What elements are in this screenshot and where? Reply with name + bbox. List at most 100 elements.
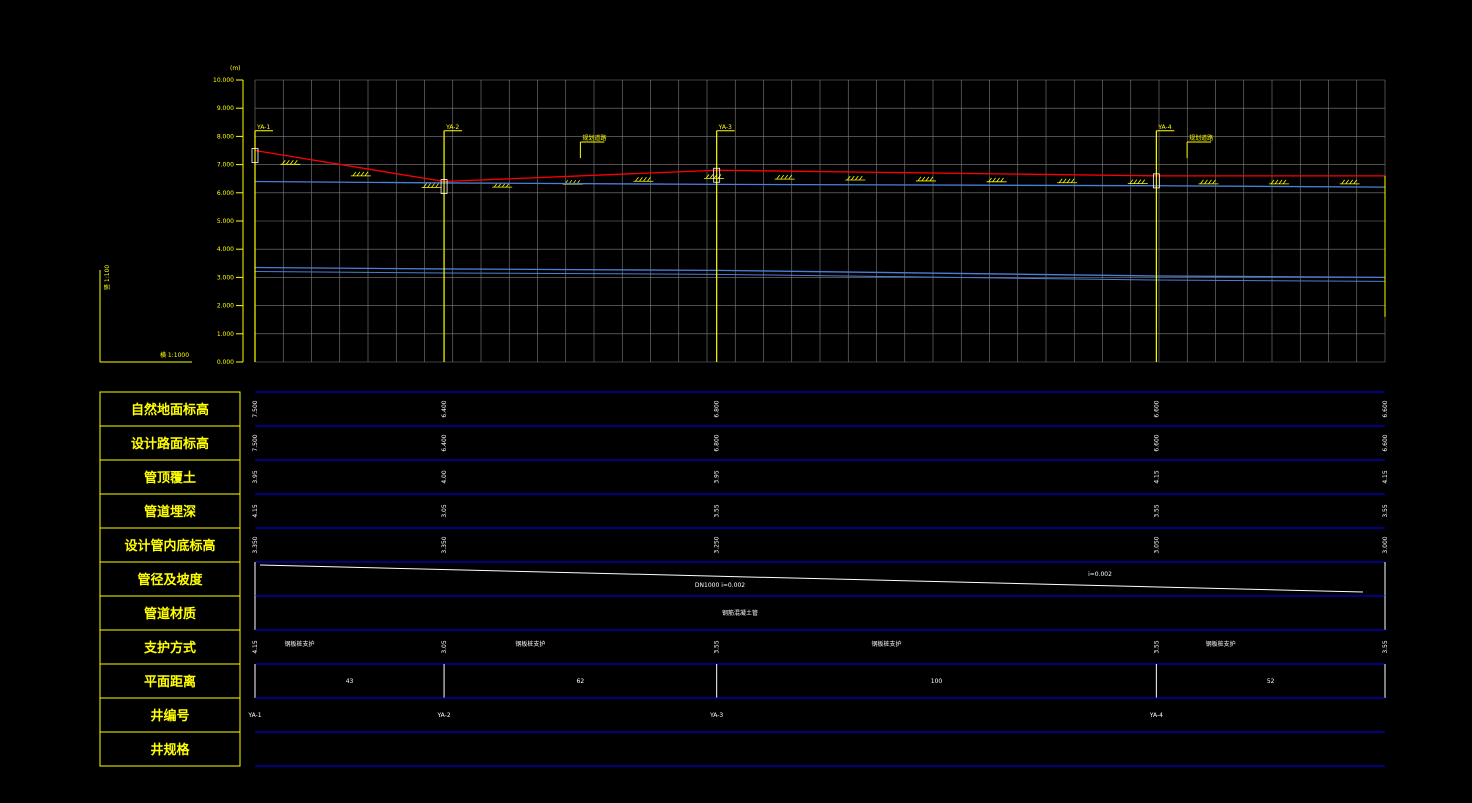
hatch-stroke xyxy=(289,160,294,165)
row-value: 3.350 xyxy=(441,536,448,553)
row-value: 4.15 xyxy=(1153,470,1160,484)
axis-tick-label: 2.000 xyxy=(217,303,234,310)
axis-unit-label: (m) xyxy=(230,65,241,72)
hatch-stroke xyxy=(639,177,643,182)
row-value: 6.800 xyxy=(714,434,721,451)
pipe-slope: i=0.002 xyxy=(1088,571,1112,578)
row-value: 4.15 xyxy=(1382,470,1389,484)
hatch-stroke xyxy=(1137,179,1142,184)
row-value: 6.600 xyxy=(1382,434,1389,451)
row-value: 6.800 xyxy=(714,400,721,417)
well-label: YA-4 xyxy=(1157,124,1171,131)
manhole-markers: YA-1 YA-2 YA-3 YA-4 xyxy=(251,124,1386,362)
hatch-stroke xyxy=(293,160,298,165)
hatch-stroke xyxy=(352,171,357,177)
hatch-stroke xyxy=(1353,179,1358,185)
row-value: 3.95 xyxy=(252,470,259,484)
row-label: 自然地面标高 xyxy=(131,402,209,418)
hatch-stroke xyxy=(850,175,855,181)
drawing-canvas: (m) 0.000 1.000 2.000 3.000 4.000 5.000 6.000 7… xyxy=(99,65,1389,767)
scale-note: 竖 1:100 横 1:1000 xyxy=(99,265,192,363)
row-value: 3.050 xyxy=(1153,536,1160,553)
hatch-stroke xyxy=(643,177,647,182)
axis-tick-label: 0.000 xyxy=(217,359,234,366)
distance-value: 100 xyxy=(931,678,943,685)
hatch-stroke xyxy=(285,160,290,165)
support-text: 钢板桩支护 xyxy=(515,640,545,648)
hatch-stroke xyxy=(992,177,996,183)
row-value: 6.600 xyxy=(1382,400,1389,417)
hatch-stroke xyxy=(1212,179,1216,185)
hatch-stroke xyxy=(784,174,789,180)
axis-tick-label: 5.000 xyxy=(217,218,234,225)
distance-value: 62 xyxy=(577,678,585,685)
hatch-stroke xyxy=(360,171,365,177)
profile-table: 自然地面标高 7.500 6.400 6.800 6.600 6.600 设计路面标高 7.5… xyxy=(99,391,1389,767)
row-value: 3.55 xyxy=(1153,504,1160,518)
axis-tick-label: 3.000 xyxy=(217,274,234,281)
hatch-stroke xyxy=(846,175,851,181)
row-label: 设计路面标高 xyxy=(131,436,209,452)
hatch-stroke xyxy=(364,171,369,177)
row-value: 4.00 xyxy=(441,470,448,484)
well-id: YA-2 xyxy=(436,712,450,719)
hatch-stroke xyxy=(925,176,930,182)
hatch-stroke xyxy=(776,174,781,180)
pipe-material: 钢筋混凝土管 xyxy=(722,609,758,617)
hatch-stroke xyxy=(1274,179,1279,185)
row-value: 3.55 xyxy=(714,504,721,518)
hatch-stroke xyxy=(788,174,793,180)
hatch-stroke xyxy=(858,175,863,181)
row-value: 3.250 xyxy=(714,536,721,553)
row-value: 7.500 xyxy=(252,400,259,417)
road-marker-label: 规划道路 xyxy=(1189,134,1213,142)
row-label: 支护方式 xyxy=(143,640,196,656)
row-label: 管顶覆土 xyxy=(144,470,196,486)
horizontal-scale-text: 横 1:1000 xyxy=(160,351,189,359)
row-label: 井规格 xyxy=(150,742,190,758)
hatch-stroke xyxy=(1278,179,1283,185)
row-label: 管道材质 xyxy=(144,606,196,622)
row-value: 3.05 xyxy=(441,504,448,518)
hatch-stroke xyxy=(854,175,859,181)
elevation-axis: (m) 0.000 1.000 2.000 3.000 4.000 5.000 6.000 7… xyxy=(213,65,244,366)
row-value: 3.55 xyxy=(1153,640,1160,654)
row-value: 3.000 xyxy=(1382,536,1389,553)
axis-tick-label: 7.000 xyxy=(217,162,234,169)
hatch-stroke xyxy=(917,176,922,182)
support-text: 钢板桩支护 xyxy=(1206,640,1236,648)
pipe-spec: DN1000 i=0.002 xyxy=(695,582,745,589)
well-id: YA-4 xyxy=(1149,712,1163,719)
hatch-stroke xyxy=(1070,178,1075,183)
hatch-stroke xyxy=(647,177,651,182)
hatch-stroke xyxy=(1062,178,1067,183)
hatch-stroke xyxy=(1129,179,1134,184)
well-label: YA-1 xyxy=(256,124,270,131)
hatch-stroke xyxy=(356,171,361,177)
hatch-stroke xyxy=(281,160,286,165)
hatch-stroke xyxy=(1000,177,1004,183)
hatch-stroke xyxy=(1200,179,1204,185)
row-value: 6.400 xyxy=(441,434,448,451)
well-id: YA-1 xyxy=(247,712,261,719)
hatch-stroke xyxy=(988,177,992,183)
support-text: 钢板桩支护 xyxy=(872,640,902,648)
row-label: 管道埋深 xyxy=(144,504,196,520)
road-marker-label: 规划道路 xyxy=(582,134,606,142)
well-id: YA-3 xyxy=(709,712,723,719)
well-label: YA-2 xyxy=(445,124,459,131)
axis-tick-label: 1.000 xyxy=(217,331,234,338)
hatch-stroke xyxy=(705,174,710,179)
row-value: 3.55 xyxy=(1382,640,1389,654)
support-text: 钢板桩支护 xyxy=(285,640,315,648)
row-label: 井编号 xyxy=(150,708,189,724)
hatch-stroke xyxy=(1282,179,1287,185)
hatch-stroke xyxy=(1349,179,1354,185)
row-value: 6.600 xyxy=(1153,434,1160,451)
row-value: 4.15 xyxy=(252,640,259,654)
well-label: YA-3 xyxy=(718,124,732,131)
row-value: 3.95 xyxy=(714,470,721,484)
road-markers: 规划道路 规划道路 xyxy=(579,134,1213,159)
row-label: 平面距离 xyxy=(144,674,196,690)
distance-value: 52 xyxy=(1267,678,1275,685)
